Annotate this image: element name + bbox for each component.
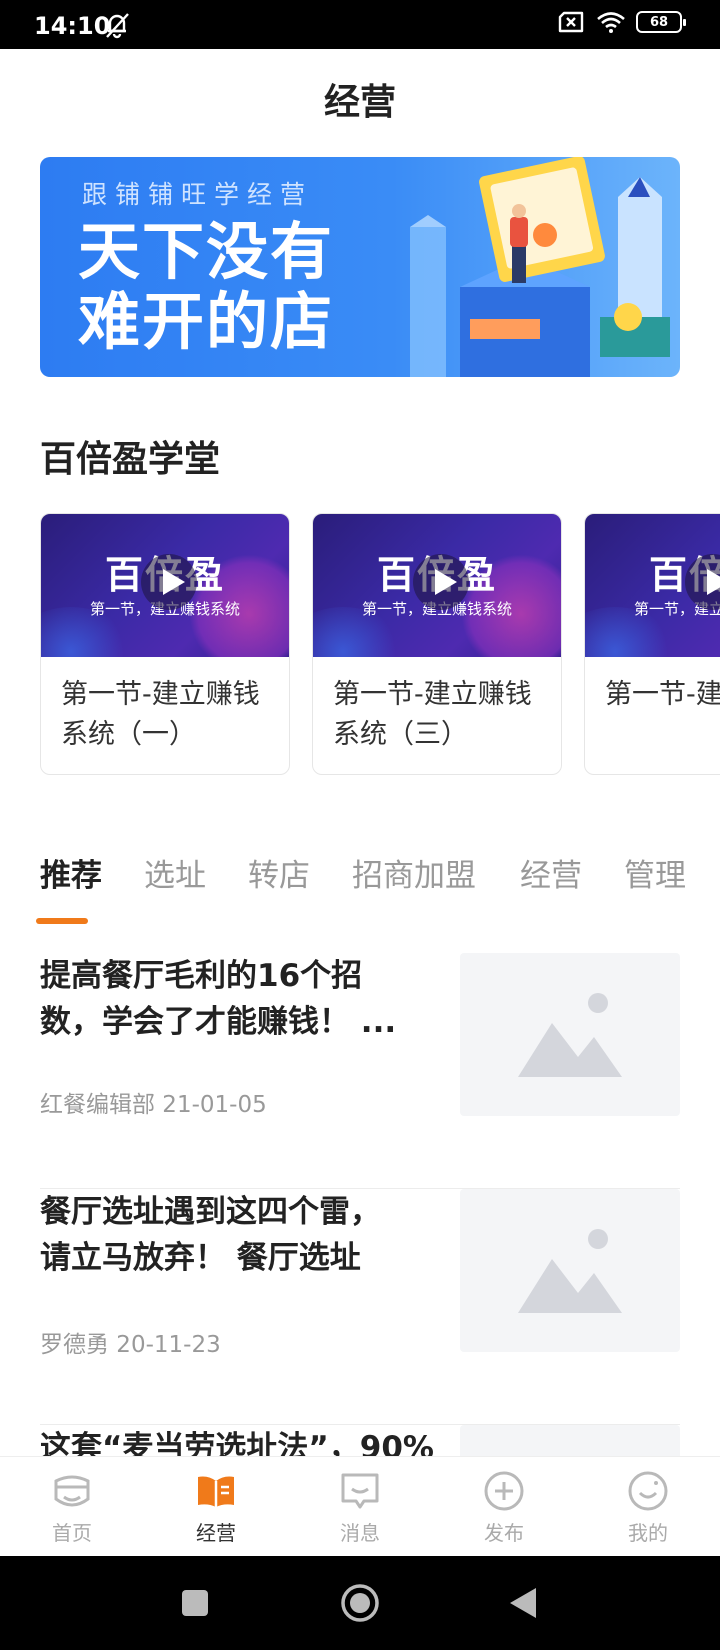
page-header: 经营: [0, 49, 720, 149]
status-icons: 68: [558, 11, 686, 33]
course-title: 第一节-建立赚钱系统（三）: [333, 679, 532, 750]
course-title: 第一节-建立赚钱系统（一）: [61, 679, 260, 750]
course-carousel[interactable]: 百倍盈 第一节，建立赚钱系统 第一节-建立赚钱系统（一） 百倍盈 第一节，建立赚…: [40, 513, 720, 775]
image-placeholder-icon: [518, 1229, 622, 1313]
home-button[interactable]: [340, 1583, 380, 1623]
tab-transfer[interactable]: 转店: [248, 850, 310, 895]
category-tabs: 推荐 选址 转店 招商加盟 经营 管理: [36, 850, 720, 930]
tab-recommend[interactable]: 推荐: [40, 850, 102, 895]
nav-label: 经营: [196, 1521, 236, 1545]
banner-subtitle: 跟铺铺旺学经营: [82, 180, 314, 209]
course-thumbnail: 百倍盈 第一节，建立赚钱系统: [41, 514, 289, 657]
course-thumbnail: 百倍盈 第一节，建立赚钱系统: [585, 514, 720, 657]
nav-home[interactable]: 首页: [22, 1469, 122, 1546]
article-title: 提高餐厅毛利的16个招数，学会了才能赚钱！ ...: [40, 958, 397, 1040]
image-placeholder-icon: [518, 993, 622, 1077]
tab-location[interactable]: 选址: [144, 850, 206, 895]
home-face-icon: [54, 1475, 90, 1507]
nav-label: 我的: [628, 1521, 668, 1545]
banner-headline: 天下没有 难开的店: [78, 217, 334, 357]
back-button[interactable]: [508, 1586, 538, 1620]
status-bar: 14:10 68: [0, 0, 720, 49]
system-navigation-bar: [0, 1556, 720, 1650]
open-book-icon: [198, 1476, 234, 1507]
course-card[interactable]: 百倍盈 第一节，建立赚钱系统 第一节-建立赚钱系统（一）: [40, 513, 290, 775]
tab-management[interactable]: 管理: [624, 850, 686, 895]
wifi-icon: [597, 12, 625, 33]
play-icon[interactable]: [413, 554, 469, 610]
recent-apps-button[interactable]: [180, 1588, 210, 1618]
article-meta: 罗德勇 20-11-23: [40, 1332, 221, 1358]
page-title: 经营: [323, 82, 396, 123]
battery-level: 68: [649, 14, 669, 30]
play-icon[interactable]: [141, 554, 197, 610]
course-title: 第一节-建立赚钱系统（四: [605, 679, 720, 710]
smile-icon: [628, 1471, 668, 1511]
message-icon: [341, 1473, 379, 1509]
plus-circle-icon: [484, 1471, 524, 1511]
nav-profile[interactable]: 我的: [598, 1469, 698, 1546]
section-title: 百倍盈学堂: [40, 439, 221, 480]
nav-messages[interactable]: 消息: [310, 1469, 410, 1546]
article-meta: 红餐编辑部 21-01-05: [40, 1092, 267, 1118]
article-thumbnail: [460, 953, 680, 1116]
bell-muted-icon: [106, 13, 129, 39]
article-title: 餐厅选址遇到这四个雷，请立马放弃！ 餐厅选址: [40, 1194, 381, 1276]
status-time: 14:10: [34, 12, 111, 40]
nav-publish[interactable]: 发布: [454, 1469, 554, 1546]
nav-label: 消息: [340, 1521, 380, 1545]
banner-headline-line1: 天下没有: [78, 215, 335, 288]
sim-off-icon: [558, 11, 584, 33]
course-card[interactable]: 百倍盈 第一节，建立赚钱系统 第一节-建立赚钱系统（三）: [312, 513, 562, 775]
article-item[interactable]: 餐厅选址遇到这四个雷，请立马放弃！ 餐厅选址 罗德勇 20-11-23: [40, 1189, 680, 1425]
banner-illustration: [410, 157, 670, 377]
course-card[interactable]: 百倍盈 第一节，建立赚钱系统 第一节-建立赚钱系统（四: [584, 513, 720, 775]
bottom-navigation: 首页 经营 消息 发布 我的: [0, 1456, 720, 1556]
article-thumbnail: [460, 1189, 680, 1352]
nav-operation[interactable]: 经营: [166, 1469, 266, 1546]
tab-active-indicator: [36, 918, 88, 924]
article-item[interactable]: 提高餐厅毛利的16个招数，学会了才能赚钱！ ... 红餐编辑部 21-01-05: [40, 953, 680, 1189]
tab-operation[interactable]: 经营: [520, 850, 582, 895]
nav-label: 发布: [484, 1521, 524, 1545]
banner-headline-line2: 难开的店: [78, 285, 335, 358]
nav-label: 首页: [52, 1521, 92, 1545]
promo-banner[interactable]: 跟铺铺旺学经营 天下没有 难开的店: [40, 157, 680, 377]
battery-icon: 68: [636, 11, 686, 33]
course-thumbnail: 百倍盈 第一节，建立赚钱系统: [313, 514, 561, 657]
tab-franchise[interactable]: 招商加盟: [352, 850, 476, 895]
